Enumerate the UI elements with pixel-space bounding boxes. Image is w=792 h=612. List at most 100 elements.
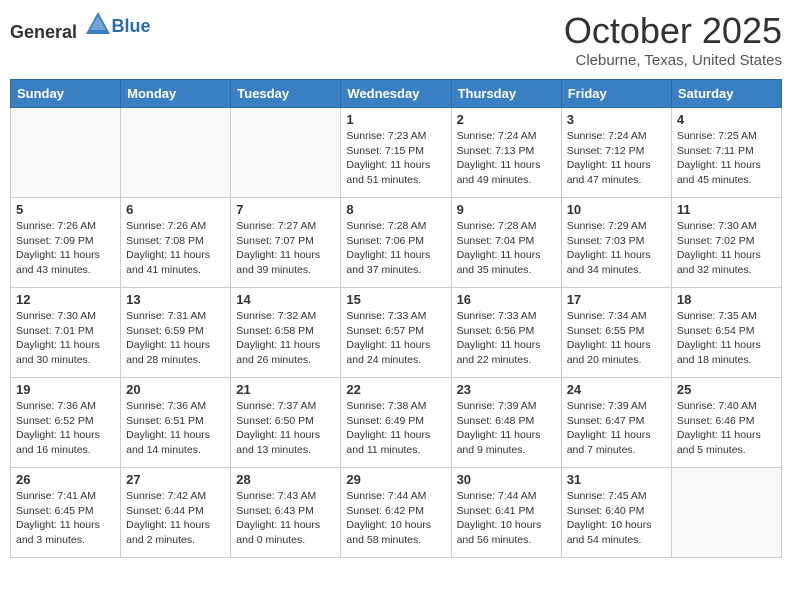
logo-icon — [84, 10, 112, 38]
day-info: Sunrise: 7:36 AM Sunset: 6:52 PM Dayligh… — [16, 399, 115, 458]
day-number: 24 — [567, 382, 666, 397]
calendar-cell: 14Sunrise: 7:32 AM Sunset: 6:58 PM Dayli… — [231, 288, 341, 378]
day-info: Sunrise: 7:26 AM Sunset: 7:09 PM Dayligh… — [16, 219, 115, 278]
day-number: 22 — [346, 382, 445, 397]
weekday-header-friday: Friday — [561, 80, 671, 108]
day-number: 15 — [346, 292, 445, 307]
calendar-cell — [11, 108, 121, 198]
week-row-1: 1Sunrise: 7:23 AM Sunset: 7:15 PM Daylig… — [11, 108, 782, 198]
weekday-header-monday: Monday — [121, 80, 231, 108]
calendar-cell: 28 Sunrise: 7:43 AM Sunset: 6:43 PM Dayli… — [231, 468, 341, 558]
day-info: Sunrise: 7:43 AM Sunset: 6:43 PM Dayligh… — [236, 489, 335, 548]
calendar-cell: 20 Sunrise: 7:36 AM Sunset: 6:51 PM Dayli… — [121, 378, 231, 468]
week-row-4: 19 Sunrise: 7:36 AM Sunset: 6:52 PM Dayli… — [11, 378, 782, 468]
day-info: Sunrise: 7:40 AM Sunset: 6:46 PM Dayligh… — [677, 399, 776, 458]
calendar-cell: 10 Sunrise: 7:29 AM Sunset: 7:03 PM Dayli… — [561, 198, 671, 288]
day-info: Sunrise: 7:33 AM Sunset: 6:57 PM Dayligh… — [346, 309, 445, 368]
calendar-cell: 24 Sunrise: 7:39 AM Sunset: 6:47 PM Dayli… — [561, 378, 671, 468]
day-info: Sunrise: 7:30 AM Sunset: 7:02 PM Dayligh… — [677, 219, 776, 278]
day-number: 19 — [16, 382, 115, 397]
day-info: Sunrise: 7:36 AM Sunset: 6:51 PM Dayligh… — [126, 399, 225, 458]
day-info: Sunrise: 7:42 AM Sunset: 6:44 PM Dayligh… — [126, 489, 225, 548]
day-number: 5 — [16, 202, 115, 217]
day-info: Sunrise: 7:27 AM Sunset: 7:07 PM Dayligh… — [236, 219, 335, 278]
logo-general: General — [10, 22, 77, 42]
calendar-cell: 18Sunrise: 7:35 AM Sunset: 6:54 PM Dayli… — [671, 288, 781, 378]
day-number: 28 — [236, 472, 335, 487]
calendar-cell — [121, 108, 231, 198]
logo-blue: Blue — [112, 16, 151, 36]
calendar-cell: 6Sunrise: 7:26 AM Sunset: 7:08 PM Daylig… — [121, 198, 231, 288]
weekday-header-tuesday: Tuesday — [231, 80, 341, 108]
calendar-cell: 8 Sunrise: 7:28 AM Sunset: 7:06 PM Daylig… — [341, 198, 451, 288]
day-info: Sunrise: 7:28 AM Sunset: 7:04 PM Dayligh… — [457, 219, 556, 278]
day-number: 20 — [126, 382, 225, 397]
calendar-cell: 27 Sunrise: 7:42 AM Sunset: 6:44 PM Dayli… — [121, 468, 231, 558]
location-subtitle: Cleburne, Texas, United States — [564, 52, 782, 69]
day-number: 12 — [16, 292, 115, 307]
day-number: 3 — [567, 112, 666, 127]
day-number: 30 — [457, 472, 556, 487]
calendar-cell: 31Sunrise: 7:45 AM Sunset: 6:40 PM Dayli… — [561, 468, 671, 558]
day-info: Sunrise: 7:44 AM Sunset: 6:42 PM Dayligh… — [346, 489, 445, 548]
calendar-cell: 13Sunrise: 7:31 AM Sunset: 6:59 PM Dayli… — [121, 288, 231, 378]
title-block: October 2025 Cleburne, Texas, United Sta… — [564, 10, 782, 69]
calendar-cell: 29 Sunrise: 7:44 AM Sunset: 6:42 PM Dayli… — [341, 468, 451, 558]
calendar-table: SundayMondayTuesdayWednesdayThursdayFrid… — [10, 79, 782, 558]
calendar-cell: 4Sunrise: 7:25 AM Sunset: 7:11 PM Daylig… — [671, 108, 781, 198]
calendar-cell: 7Sunrise: 7:27 AM Sunset: 7:07 PM Daylig… — [231, 198, 341, 288]
page-header: General Blue October 2025 Cleburne, Texa… — [10, 10, 782, 69]
day-info: Sunrise: 7:39 AM Sunset: 6:47 PM Dayligh… — [567, 399, 666, 458]
calendar-cell: 23Sunrise: 7:39 AM Sunset: 6:48 PM Dayli… — [451, 378, 561, 468]
day-number: 23 — [457, 382, 556, 397]
day-info: Sunrise: 7:33 AM Sunset: 6:56 PM Dayligh… — [457, 309, 556, 368]
calendar-cell: 21 Sunrise: 7:37 AM Sunset: 6:50 PM Dayli… — [231, 378, 341, 468]
day-number: 26 — [16, 472, 115, 487]
day-info: Sunrise: 7:29 AM Sunset: 7:03 PM Dayligh… — [567, 219, 666, 278]
day-number: 1 — [346, 112, 445, 127]
day-number: 13 — [126, 292, 225, 307]
day-info: Sunrise: 7:44 AM Sunset: 6:41 PM Dayligh… — [457, 489, 556, 548]
calendar-cell: 9 Sunrise: 7:28 AM Sunset: 7:04 PM Daylig… — [451, 198, 561, 288]
day-info: Sunrise: 7:30 AM Sunset: 7:01 PM Dayligh… — [16, 309, 115, 368]
weekday-header-wednesday: Wednesday — [341, 80, 451, 108]
day-info: Sunrise: 7:45 AM Sunset: 6:40 PM Dayligh… — [567, 489, 666, 548]
month-title: October 2025 — [564, 10, 782, 52]
calendar-cell: 11Sunrise: 7:30 AM Sunset: 7:02 PM Dayli… — [671, 198, 781, 288]
calendar-cell — [231, 108, 341, 198]
calendar-cell: 17Sunrise: 7:34 AM Sunset: 6:55 PM Dayli… — [561, 288, 671, 378]
day-info: Sunrise: 7:28 AM Sunset: 7:06 PM Dayligh… — [346, 219, 445, 278]
day-info: Sunrise: 7:38 AM Sunset: 6:49 PM Dayligh… — [346, 399, 445, 458]
calendar-cell: 5 Sunrise: 7:26 AM Sunset: 7:09 PM Daylig… — [11, 198, 121, 288]
day-info: Sunrise: 7:37 AM Sunset: 6:50 PM Dayligh… — [236, 399, 335, 458]
day-number: 14 — [236, 292, 335, 307]
calendar-cell: 26Sunrise: 7:41 AM Sunset: 6:45 PM Dayli… — [11, 468, 121, 558]
weekday-header-saturday: Saturday — [671, 80, 781, 108]
calendar-cell — [671, 468, 781, 558]
day-number: 17 — [567, 292, 666, 307]
calendar-cell: 2Sunrise: 7:24 AM Sunset: 7:13 PM Daylig… — [451, 108, 561, 198]
day-number: 2 — [457, 112, 556, 127]
calendar-cell: 30 Sunrise: 7:44 AM Sunset: 6:41 PM Dayli… — [451, 468, 561, 558]
day-number: 16 — [457, 292, 556, 307]
day-number: 9 — [457, 202, 556, 217]
calendar-cell: 19 Sunrise: 7:36 AM Sunset: 6:52 PM Dayli… — [11, 378, 121, 468]
calendar-cell: 16 Sunrise: 7:33 AM Sunset: 6:56 PM Dayli… — [451, 288, 561, 378]
day-number: 29 — [346, 472, 445, 487]
week-row-2: 5 Sunrise: 7:26 AM Sunset: 7:09 PM Daylig… — [11, 198, 782, 288]
logo: General Blue — [10, 10, 151, 43]
weekday-header-sunday: Sunday — [11, 80, 121, 108]
day-info: Sunrise: 7:26 AM Sunset: 7:08 PM Dayligh… — [126, 219, 225, 278]
day-info: Sunrise: 7:24 AM Sunset: 7:12 PM Dayligh… — [567, 129, 666, 188]
day-number: 8 — [346, 202, 445, 217]
day-number: 10 — [567, 202, 666, 217]
day-number: 27 — [126, 472, 225, 487]
day-number: 18 — [677, 292, 776, 307]
calendar-cell: 3 Sunrise: 7:24 AM Sunset: 7:12 PM Daylig… — [561, 108, 671, 198]
calendar-cell: 25 Sunrise: 7:40 AM Sunset: 6:46 PM Dayli… — [671, 378, 781, 468]
week-row-5: 26Sunrise: 7:41 AM Sunset: 6:45 PM Dayli… — [11, 468, 782, 558]
day-number: 21 — [236, 382, 335, 397]
calendar-cell: 22 Sunrise: 7:38 AM Sunset: 6:49 PM Dayli… — [341, 378, 451, 468]
day-number: 25 — [677, 382, 776, 397]
week-row-3: 12 Sunrise: 7:30 AM Sunset: 7:01 PM Dayli… — [11, 288, 782, 378]
